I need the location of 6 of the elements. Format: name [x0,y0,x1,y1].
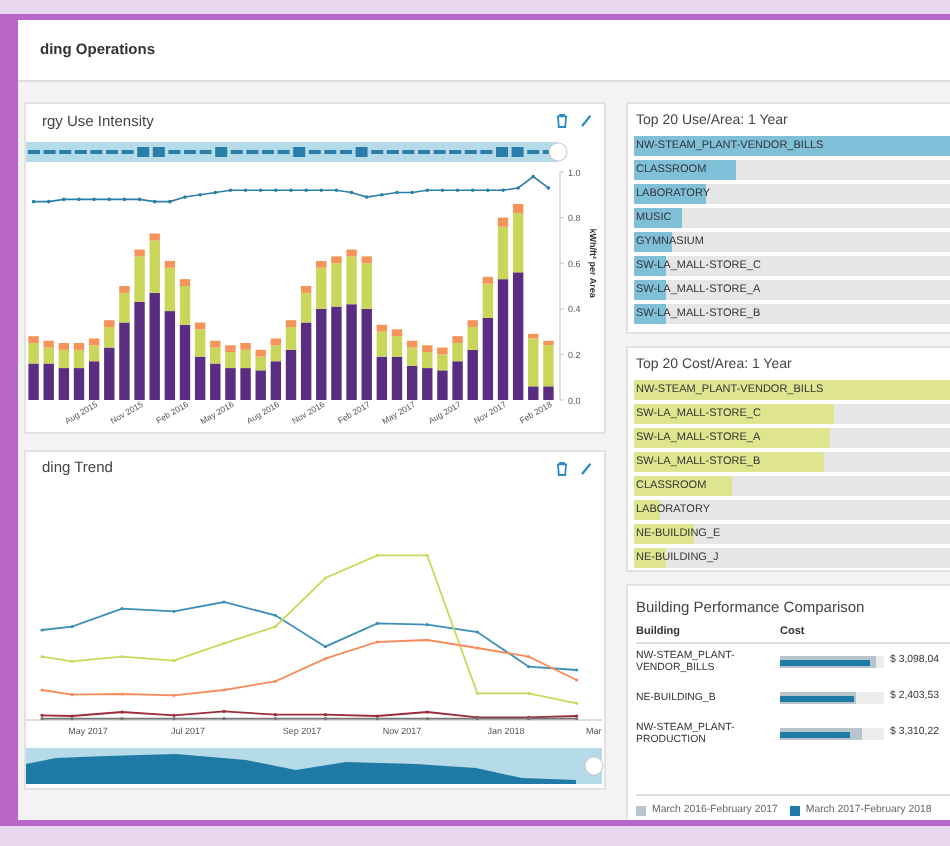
trash-icon[interactable] [556,461,568,475]
navigator-drawing[interactable] [26,142,568,162]
pencil-icon[interactable] [580,461,592,475]
pencil-icon[interactable] [580,114,592,128]
navigator-drawing[interactable] [26,748,604,784]
trash-icon[interactable] [556,114,568,128]
